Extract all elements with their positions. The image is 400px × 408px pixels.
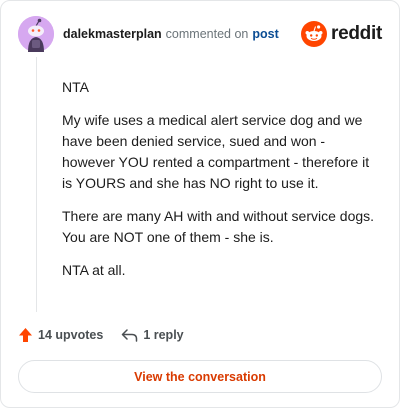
comment-meta: dalekmasterplan commented on post bbox=[63, 27, 279, 41]
comment-body: NTA My wife uses a medical alert service… bbox=[62, 77, 380, 293]
reddit-wordmark: reddit bbox=[331, 23, 382, 44]
comment-header: dalekmasterplan commented on post reddit bbox=[18, 16, 382, 52]
comment-paragraph: NTA bbox=[62, 79, 89, 95]
reddit-logo[interactable]: reddit bbox=[301, 21, 382, 47]
post-link[interactable]: post bbox=[252, 27, 278, 41]
comment-actions: 14 upvotes 1 reply bbox=[18, 327, 184, 343]
comment-paragraph: My wife uses a medical alert service dog… bbox=[62, 112, 370, 191]
comment-card: dalekmasterplan commented on post reddit… bbox=[0, 0, 400, 408]
view-conversation-button[interactable]: View the conversation bbox=[18, 360, 382, 393]
thread-line bbox=[36, 57, 37, 312]
reply-button[interactable]: 1 reply bbox=[121, 328, 184, 342]
reddit-logo-icon bbox=[301, 21, 328, 47]
reply-count: 1 reply bbox=[143, 328, 184, 342]
upvote-arrow-icon bbox=[19, 328, 32, 342]
user-avatar[interactable] bbox=[18, 16, 54, 52]
username-link[interactable]: dalekmasterplan bbox=[63, 27, 162, 41]
comment-paragraph: There are many AH with and without servi… bbox=[62, 208, 375, 245]
reply-arrow-icon bbox=[122, 329, 138, 342]
upvote-count: 14 upvotes bbox=[38, 328, 104, 342]
upvote-button[interactable]: 14 upvotes bbox=[18, 327, 103, 343]
snoo-avatar-icon bbox=[18, 16, 54, 52]
commented-label: commented on bbox=[165, 27, 249, 41]
comment-paragraph: NTA at all. bbox=[62, 262, 126, 278]
